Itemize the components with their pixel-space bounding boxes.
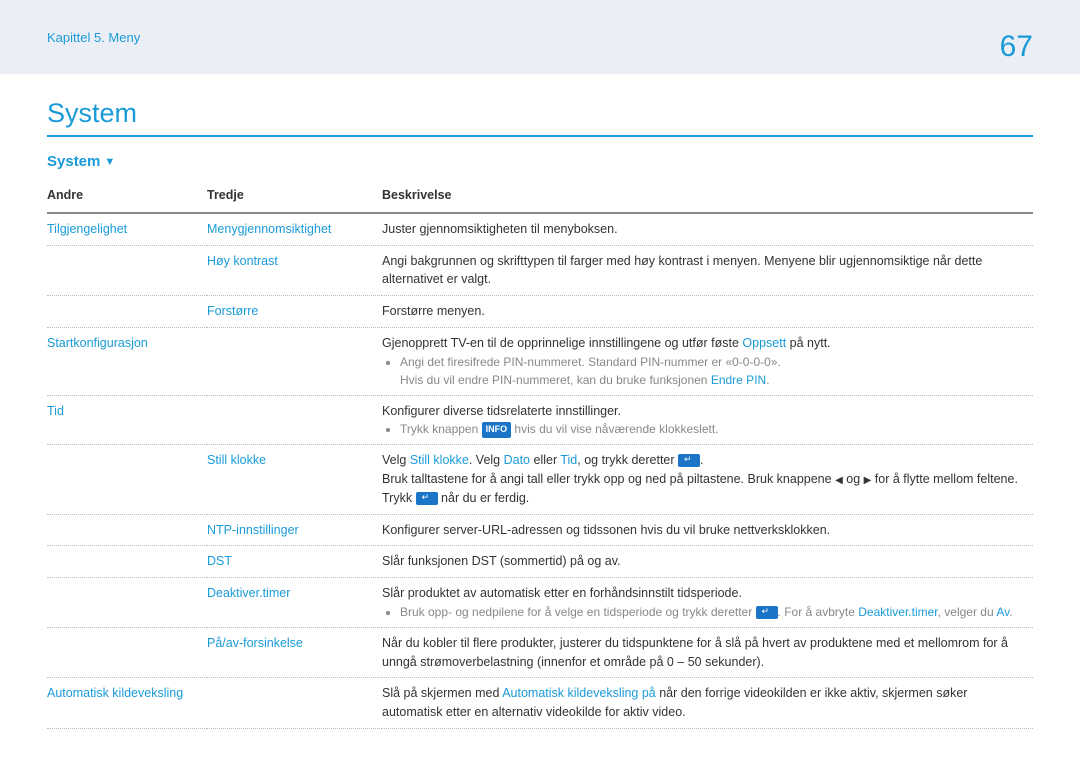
table-row: Forstørre Forstørre menyen. <box>47 296 1033 328</box>
text: Gjenopprett TV-en til de opprinnelige in… <box>382 336 742 350</box>
text: Konfigurer diverse tidsrelaterte innstil… <box>382 404 621 418</box>
table-row: Automatisk kildeveksling Slå på skjermen… <box>47 678 1033 729</box>
andre-tid[interactable]: Tid <box>47 404 64 418</box>
page-header: Kapittel 5. Meny 67 <box>0 0 1080 74</box>
desc-ntp: Konfigurer server-URL-adressen og tidsso… <box>382 514 1033 546</box>
desc-still-klokke: Velg Still klokke. Velg Dato eller Tid, … <box>382 445 1033 514</box>
table-row: På/av-forsinkelse Når du kobler til fler… <box>47 627 1033 678</box>
table-row: NTP-innstillinger Konfigurer server-URL-… <box>47 514 1033 546</box>
desc-deaktiver-timer: Slår produktet av automatisk etter en fo… <box>382 578 1033 628</box>
link-auto-kilde-pa[interactable]: Automatisk kildeveksling på <box>502 686 656 700</box>
table-header-row: Andre Tredje Beskrivelse <box>47 180 1033 213</box>
tredje-forstorre[interactable]: Forstørre <box>207 304 258 318</box>
text: , og trykk deretter <box>577 453 678 467</box>
enter-button-icon <box>756 606 778 619</box>
settings-table: Andre Tredje Beskrivelse Tilgjengelighet… <box>47 180 1033 729</box>
tredje-dst[interactable]: DST <box>207 554 232 568</box>
text: eller <box>530 453 560 467</box>
table-row: Tid Konfigurer diverse tidsrelaterte inn… <box>47 395 1033 445</box>
andre-tilgjengelighet[interactable]: Tilgjengelighet <box>47 222 127 236</box>
bullet-pin: Angi det firesifrede PIN-nummeret. Stand… <box>400 353 1025 389</box>
andre-automatisk-kildeveksling[interactable]: Automatisk kildeveksling <box>47 686 183 700</box>
tredje-deaktiver-timer[interactable]: Deaktiver.timer <box>207 586 290 600</box>
content-area: System System ▼ Andre Tredje Beskrivelse… <box>0 74 1080 769</box>
table-row: Tilgjengelighet Menygjennomsiktighet Jus… <box>47 213 1033 245</box>
text: og <box>843 472 864 486</box>
text: , velger du <box>938 605 997 619</box>
info-button-icon: INFO <box>482 422 512 438</box>
tredje-menygjennomsiktighet[interactable]: Menygjennomsiktighet <box>207 222 331 236</box>
link-oppsett[interactable]: Oppsett <box>742 336 786 350</box>
text: Bruk talltastene for å angi tall eller t… <box>382 472 835 486</box>
table-row: Deaktiver.timer Slår produktet av automa… <box>47 578 1033 628</box>
title-rule <box>47 135 1033 137</box>
text: . Velg <box>469 453 504 467</box>
text: . <box>700 453 703 467</box>
link-av[interactable]: Av <box>996 605 1009 619</box>
text: Slår produktet av automatisk etter en fo… <box>382 586 742 600</box>
text: Hvis du vil endre PIN-nummeret, kan du b… <box>400 373 711 387</box>
text: på nytt. <box>786 336 830 350</box>
triangle-left-icon: ◀ <box>835 475 843 486</box>
enter-button-icon <box>678 454 700 467</box>
section-heading[interactable]: System ▼ <box>47 153 1033 170</box>
bullet-info: Trykk knappen INFO hvis du vil vise nåvæ… <box>400 420 1025 438</box>
page-number: 67 <box>1000 30 1033 64</box>
page-title: System <box>47 98 1033 129</box>
table-row: Still klokke Velg Still klokke. Velg Dat… <box>47 445 1033 514</box>
desc-startkonfigurasjon: Gjenopprett TV-en til de opprinnelige in… <box>382 327 1033 395</box>
bullet-deaktiver: Bruk opp- og nedpilene for å velge en ti… <box>400 603 1025 621</box>
col-header-beskrivelse: Beskrivelse <box>382 180 1033 213</box>
text: hvis du vil vise nåværende klokkeslett. <box>511 422 718 436</box>
tredje-hoy-kontrast[interactable]: Høy kontrast <box>207 254 278 268</box>
andre-startkonfigurasjon[interactable]: Startkonfigurasjon <box>47 336 148 350</box>
table-row: Høy kontrast Angi bakgrunnen og skriftty… <box>47 245 1033 296</box>
text: . For å avbryte <box>778 605 859 619</box>
enter-button-icon <box>416 492 438 505</box>
col-header-tredje: Tredje <box>207 180 382 213</box>
desc-forstorre: Forstørre menyen. <box>382 296 1033 328</box>
table-row: DST Slår funksjonen DST (sommertid) på o… <box>47 546 1033 578</box>
desc-paav-forsinkelse: Når du kobler til flere produkter, juste… <box>382 627 1033 678</box>
text: Angi det firesifrede PIN-nummeret. Stand… <box>400 355 781 369</box>
link-dato[interactable]: Dato <box>504 453 530 467</box>
text: Velg <box>382 453 410 467</box>
text: Trykk knappen <box>400 422 482 436</box>
link-endre-pin[interactable]: Endre PIN <box>711 373 766 387</box>
desc-menygjennomsiktighet: Juster gjennomsiktigheten til menyboksen… <box>382 213 1033 245</box>
desc-automatisk-kildeveksling: Slå på skjermen med Automatisk kildeveks… <box>382 678 1033 729</box>
desc-dst: Slår funksjonen DST (sommertid) på og av… <box>382 546 1033 578</box>
link-deaktiver-timer[interactable]: Deaktiver.timer <box>858 605 937 619</box>
link-tid[interactable]: Tid <box>560 453 577 467</box>
breadcrumb[interactable]: Kapittel 5. Meny <box>47 30 140 45</box>
tredje-still-klokke[interactable]: Still klokke <box>207 453 266 467</box>
section-heading-text: System <box>47 153 100 170</box>
text: . <box>766 373 769 387</box>
tredje-ntp[interactable]: NTP-innstillinger <box>207 523 299 537</box>
tredje-paav-forsinkelse[interactable]: På/av-forsinkelse <box>207 636 303 650</box>
chevron-down-icon: ▼ <box>104 156 115 168</box>
col-header-andre: Andre <box>47 180 207 213</box>
link-still-klokke[interactable]: Still klokke <box>410 453 469 467</box>
desc-tid: Konfigurer diverse tidsrelaterte innstil… <box>382 395 1033 445</box>
text: . <box>1009 605 1012 619</box>
text: når du er ferdig. <box>438 491 530 505</box>
table-row: Startkonfigurasjon Gjenopprett TV-en til… <box>47 327 1033 395</box>
desc-hoy-kontrast: Angi bakgrunnen og skrifttypen til farge… <box>382 245 1033 296</box>
text: Slå på skjermen med <box>382 686 502 700</box>
text: Bruk opp- og nedpilene for å velge en ti… <box>400 605 756 619</box>
